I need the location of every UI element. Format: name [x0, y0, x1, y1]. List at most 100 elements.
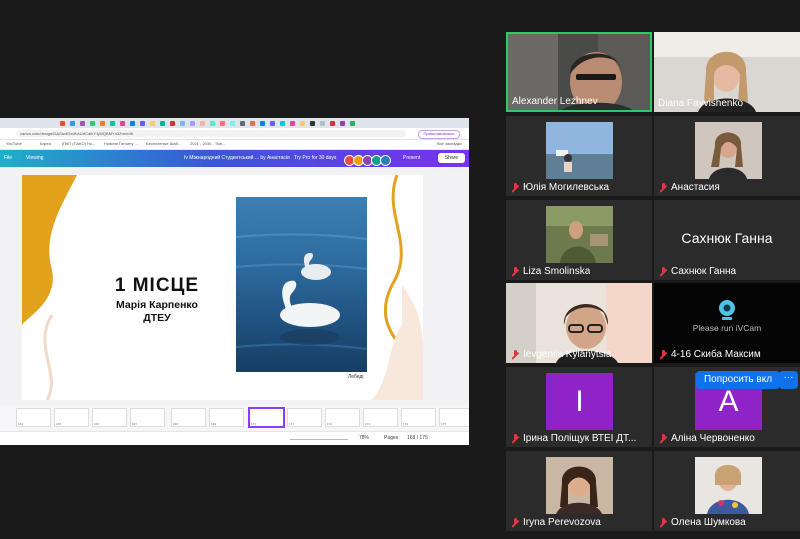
- camera-notice: Please run iVCam: [692, 323, 762, 333]
- participant-tile[interactable]: Please run iVCam 4-16 Скиба Максим: [654, 283, 800, 363]
- participant-name: Alexander Lezhnev: [512, 96, 598, 107]
- muted-mic-icon: [512, 518, 519, 527]
- muted-mic-icon: [660, 434, 667, 443]
- muted-mic-icon: [512, 267, 519, 276]
- slide-thumbnail[interactable]: 171: [287, 408, 322, 427]
- slide-thumbnail[interactable]: 173: [363, 408, 398, 427]
- participant-name-row: Анастасия: [660, 182, 720, 193]
- muted-mic-icon: [512, 350, 519, 359]
- slide-thumbnail[interactable]: 172: [325, 408, 360, 427]
- participant-name-row: Олена Шумкова: [660, 517, 746, 528]
- swans-photo: [236, 197, 367, 372]
- webcam-icon: [719, 300, 735, 320]
- participant-tile[interactable]: Iryna Perevozova: [506, 451, 652, 531]
- participant-photo: [546, 457, 613, 514]
- ask-to-unmute-button[interactable]: Попросить вкл: [696, 371, 780, 389]
- slide-thumbnail[interactable]: 164: [16, 408, 51, 427]
- participant-tile[interactable]: Сахнюк Ганна Сахнюк Ганна: [654, 200, 800, 280]
- participant-tile[interactable]: Олена Шумкова: [654, 451, 800, 531]
- participant-tile[interactable]: Юлія Могилевська: [506, 116, 652, 196]
- participant-name: 4-16 Скиба Максим: [671, 349, 761, 360]
- slide-thumbnail[interactable]: 166: [92, 408, 127, 427]
- slide-thumbnail[interactable]: 165: [54, 408, 89, 427]
- participant-name-row: Юлія Могилевська: [512, 182, 609, 193]
- page-counter: 168 / 175: [407, 435, 428, 441]
- slide-thumbnail-selected[interactable]: 170: [248, 407, 285, 428]
- participant-display-name: Сахнюк Ганна: [681, 230, 773, 246]
- profile-chip[interactable]: Приостановлено: [418, 130, 460, 139]
- bookmark-item[interactable]: Карта: [40, 141, 51, 146]
- participant-tile[interactable]: Анастасия: [654, 116, 800, 196]
- address-bar[interactable]: canva.com/design/DAGsxtGxdKAUrfCaIkY1jWQ…: [16, 130, 406, 137]
- bookmark-item[interactable]: Новини Гатчину ...: [104, 141, 138, 146]
- photo-caption: Лебеді: [348, 374, 364, 380]
- muted-mic-icon: [512, 434, 519, 443]
- browser-address-row: canva.com/design/DAGsxtGxdKAUrfCaIkY1jWQ…: [0, 128, 469, 140]
- participant-name: Сахнюк Ганна: [671, 266, 737, 277]
- slide-title: 1 МІСЦЕ: [114, 275, 200, 296]
- participant-name-row: Liza Smolinska: [512, 266, 590, 277]
- bookmark-item[interactable]: Бесплатные Шаб...: [146, 141, 181, 146]
- participant-name-row: 4-16 Скиба Максим: [660, 349, 761, 360]
- pages-button[interactable]: Pages: [384, 435, 398, 441]
- participant-name: Iryna Perevozova: [523, 517, 601, 528]
- participant-tile[interactable]: І Ірина Поліщук ВТЕІ ДТ...: [506, 367, 652, 447]
- slide-thumbnail[interactable]: 167: [130, 408, 165, 427]
- muted-mic-icon: [660, 267, 667, 276]
- slide-thumbnail[interactable]: 168: [171, 408, 206, 427]
- participant-name-row: Iryna Perevozova: [512, 517, 601, 528]
- viewing-mode-dropdown[interactable]: Viewing: [26, 155, 43, 161]
- winner-name: Марія Карпенко: [116, 299, 198, 311]
- bookmark-item[interactable]: YouTube: [6, 141, 22, 146]
- participant-name-row: Сахнюк Ганна: [660, 266, 736, 277]
- presentation-slide: 1 МІСЦЕ Марія Карпенко ДТЕУ Лебеді: [22, 175, 423, 400]
- slide-thumbnail[interactable]: 175: [439, 408, 469, 427]
- participant-name: Ірина Поліщук ВТЕІ ДТ...: [523, 433, 637, 444]
- participant-name: Diana Fayvishenko: [658, 98, 744, 109]
- slide-thumbnail-strip: 164 165 166 167 168 169 170 171 172 173 …: [0, 405, 469, 431]
- participant-name: Юлія Могилевська: [523, 182, 610, 193]
- muted-mic-icon: [660, 350, 667, 359]
- participant-name-row: Аліна Червоненко: [660, 433, 755, 444]
- participant-name: Аліна Червоненко: [671, 433, 755, 444]
- shared-screen: canva.com/design/DAGsxtGxdKAUrfCaIkY1jWQ…: [0, 118, 469, 445]
- bookmark-item[interactable]: [ПКП (ПАКО) Но...: [62, 141, 95, 146]
- document-title: Iv Міжнародний Студентський ... by Анаст…: [184, 155, 290, 161]
- participant-name: Анастасия: [671, 182, 720, 193]
- bookmark-item[interactable]: Все закладки: [437, 141, 462, 146]
- participant-photo: [695, 122, 762, 179]
- canva-status-bar: 78% Pages 168 / 175: [0, 431, 469, 445]
- share-button[interactable]: Share: [438, 153, 465, 163]
- slide-thumbnail[interactable]: 174: [401, 408, 436, 427]
- zoom-slider[interactable]: [290, 439, 348, 440]
- participant-tile[interactable]: Liza Smolinska: [506, 200, 652, 280]
- slide-thumbnail[interactable]: 169: [209, 408, 244, 427]
- bookmark-item[interactable]: 2021 - 2030 - Тімі...: [190, 141, 225, 146]
- participant-photo: [546, 122, 613, 179]
- participant-name: Ievgeniia Kyianytsia: [523, 349, 612, 360]
- muted-mic-icon: [512, 183, 519, 192]
- present-button[interactable]: Present: [403, 154, 420, 163]
- bookmarks-bar: YouTube Карта [ПКП (ПАКО) Но... Новини Г…: [0, 140, 469, 150]
- participant-initial-avatar: І: [546, 373, 613, 430]
- browser-tab-strip[interactable]: [0, 118, 469, 128]
- participant-name-row: Ірина Поліщук ВТЕІ ДТ...: [512, 433, 636, 444]
- participant-photo: [546, 206, 613, 263]
- participant-name: Liza Smolinska: [523, 266, 591, 277]
- canva-toolbar: File Viewing Iv Міжнародний Студентський…: [0, 150, 469, 167]
- participant-tile[interactable]: Ievgeniia Kyianytsia: [506, 283, 652, 363]
- muted-mic-icon: [660, 518, 667, 527]
- participant-tile[interactable]: Diana Fayvishenko: [654, 32, 800, 112]
- winner-university: ДТЕУ: [143, 312, 171, 324]
- try-pro-button[interactable]: Try Pro for 30 days: [294, 155, 336, 161]
- muted-mic-icon: [660, 183, 667, 192]
- participant-name: Олена Шумкова: [671, 517, 746, 528]
- zoom-level: 78%: [359, 435, 370, 441]
- more-options-button[interactable]: ···: [779, 371, 798, 389]
- participant-tile[interactable]: Alexander Lezhnev: [506, 32, 652, 112]
- collaborator-avatars[interactable]: [344, 153, 398, 166]
- participant-photo: [695, 457, 762, 514]
- participant-name-row: Ievgeniia Kyianytsia: [512, 349, 611, 360]
- file-menu[interactable]: File: [4, 155, 12, 161]
- slide-subtitle: Марія Карпенко ДТЕУ: [62, 299, 252, 325]
